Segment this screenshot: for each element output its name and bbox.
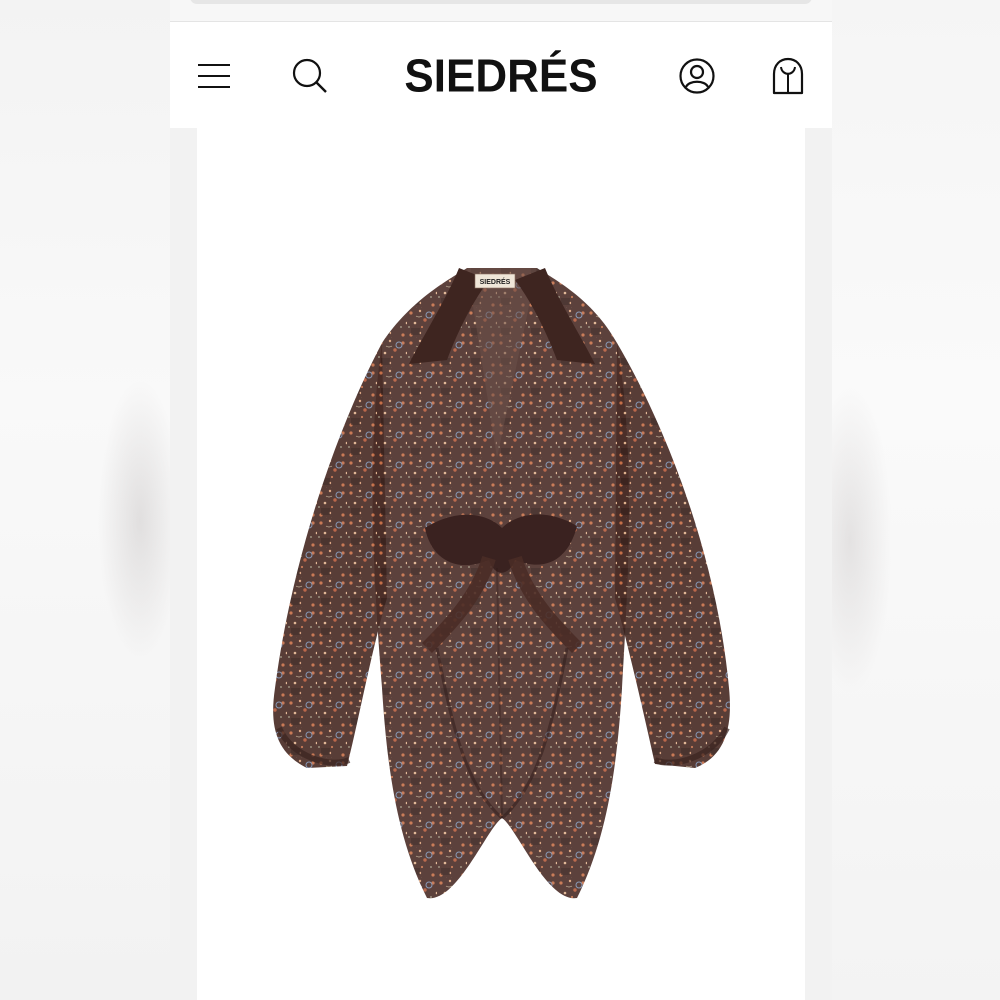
brand-logo[interactable]: SIEDRÉS (170, 51, 832, 104)
shirt-right-sleeve (615, 343, 730, 768)
phone-screen: SIEDRÉS SIEDRÉS (170, 0, 832, 1000)
blurred-backdrop-left (0, 0, 170, 1000)
shirt-left-sleeve (273, 343, 387, 768)
product-image-area: SIEDRÉS (197, 128, 805, 1000)
account-icon[interactable] (677, 56, 717, 96)
browser-address-strip (170, 0, 832, 22)
blurred-backdrop-right (830, 0, 1000, 1000)
shopping-bag-icon[interactable] (768, 56, 808, 96)
product-photo[interactable]: SIEDRÉS (197, 128, 805, 1000)
address-bar[interactable] (190, 0, 812, 4)
label-tag-text: SIEDRÉS (480, 277, 511, 286)
site-header: SIEDRÉS (170, 22, 832, 128)
